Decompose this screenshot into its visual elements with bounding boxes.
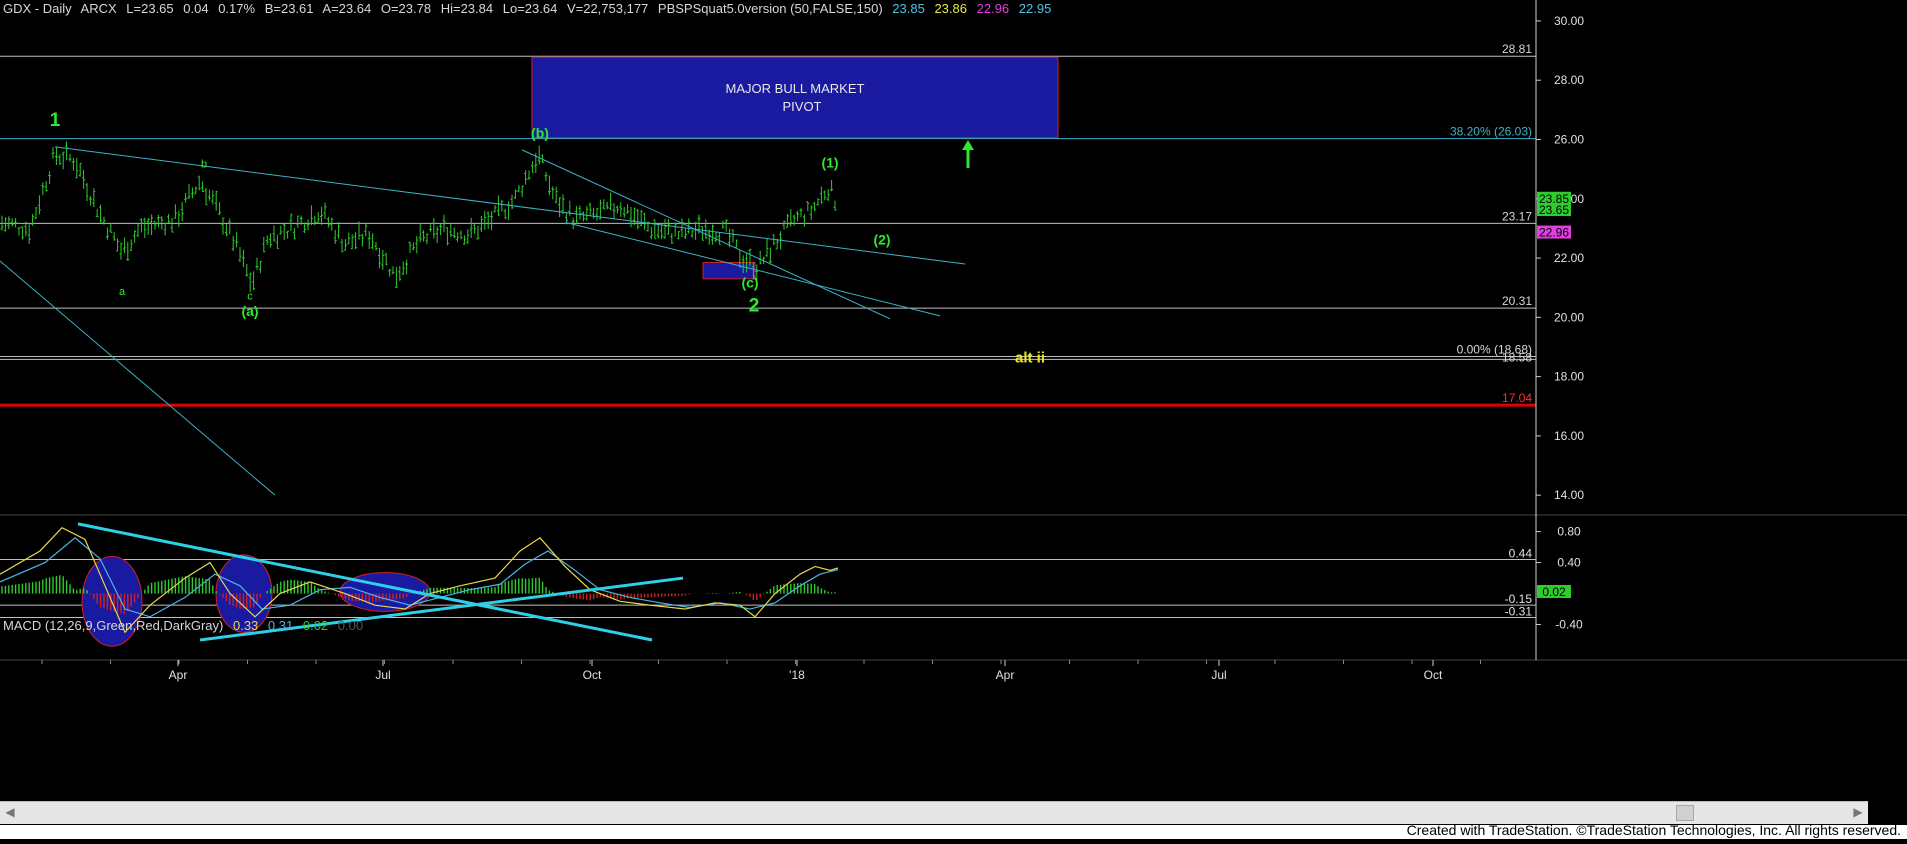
time-axis: Apr Jul Oct '18 Apr Jul Oct (41, 660, 1481, 682)
last-price: L=23.65 (126, 1, 174, 16)
macd-tick-label: 0.40 (1557, 556, 1581, 570)
trendlines (0, 146, 966, 496)
macd-value-1: 0.33 (232, 618, 259, 633)
exchange-label: ARCX (80, 1, 117, 16)
time-tick-label: Oct (583, 668, 602, 682)
indicator-value-4: 22.95 (1018, 1, 1052, 16)
level-label: 17.04 (1502, 391, 1532, 405)
change-pct: 0.17% (218, 1, 256, 16)
price-tick-label: 30.00 (1554, 14, 1584, 28)
bid-value: B=23.61 (264, 1, 314, 16)
trendline (521, 149, 891, 320)
macd-tick-label: -0.40 (1555, 618, 1583, 632)
time-tick-label: Oct (1424, 668, 1443, 682)
level-label: 20.31 (1502, 294, 1532, 308)
macd-tag-label: 0.02 (1542, 585, 1566, 599)
time-tick-label: Jul (375, 668, 390, 682)
low-value: Lo=23.64 (502, 1, 558, 16)
indicator-value-3: 22.96 (976, 1, 1010, 16)
wave-label: 1 (50, 110, 61, 131)
macd-level-label: 0.44 (1509, 546, 1533, 560)
pivot-box-group: MAJOR BULL MARKET PIVOT (531, 56, 1059, 280)
price-tick-label: 28.00 (1554, 73, 1584, 87)
open-value: O=23.78 (380, 1, 432, 16)
chart-header: GDX - Daily ARCX L=23.65 0.04 0.17% B=23… (3, 1, 1057, 16)
time-tick-label: Apr (996, 668, 1015, 682)
chart-area[interactable]: 28.81 38.20% (26.03) 23.17 20.31 0.00% (18.6… (0, 0, 1907, 839)
macd-tick-label: 0.80 (1557, 525, 1581, 539)
wave-label: (1) (821, 155, 838, 171)
trendline (0, 260, 276, 496)
pivot-label-line-2: PIVOT (782, 99, 821, 114)
price-tick-label: 20.00 (1554, 310, 1584, 324)
time-tick-label: '18 (789, 668, 805, 682)
volume-value: V=22,753,177 (566, 1, 649, 16)
footer-credit: Created with TradeStation. ©TradeStation… (1406, 822, 1901, 838)
wave-label: b (201, 159, 207, 171)
time-tick-label: Jul (1211, 668, 1226, 682)
level-label: 18.58 (1502, 350, 1532, 364)
macd-label: MACD (12,26,9,Green,Red,DarkGray) (3, 618, 224, 633)
pivot-box (531, 56, 1059, 139)
symbol-label: GDX - Daily (3, 1, 72, 16)
wave-label: a (119, 286, 126, 298)
wave-label: (2) (873, 232, 890, 248)
wave-label: (b) (531, 125, 549, 141)
price-tick-label: 22.00 (1554, 251, 1584, 265)
indicator-value-2: 23.86 (934, 1, 967, 16)
wave-label: c (247, 291, 253, 303)
scroll-thumb[interactable] (1676, 805, 1694, 821)
macd-header: MACD (12,26,9,Green,Red,DarkGray) 0.33 0… (3, 618, 369, 633)
grid (0, 514, 1907, 661)
level-label: 38.20% (26.03) (1450, 125, 1532, 139)
price-tick-label: 26.00 (1554, 132, 1584, 146)
indicator-name: PBSPSquat5.0version (50,FALSE,150) (657, 1, 883, 16)
time-scrollbar[interactable]: ◀ ▶ (0, 801, 1868, 824)
macd-level-label: -0.31 (1505, 605, 1533, 619)
scroll-left-icon[interactable]: ◀ (3, 805, 17, 819)
level-label: 23.17 (1502, 209, 1532, 223)
wave-label: (a) (241, 303, 258, 319)
alt-wave-label: alt ii (1015, 349, 1045, 366)
price-tag-label: 23.65 (1539, 203, 1569, 217)
level-label: 28.81 (1502, 42, 1532, 56)
high-value: Hi=23.84 (440, 1, 494, 16)
ask-value: A=23.64 (322, 1, 372, 16)
macd-value-3: 0.02 (302, 618, 329, 633)
macd-value-2: 0.31 (267, 618, 294, 633)
price-chart-svg[interactable]: 28.8138.20% (26.03)23.1720.310.00% (18.6… (0, 0, 1907, 839)
wave-label: (c) (741, 275, 758, 291)
wave-labels: 1 b a c(a) (b) (c) 2 (1) (2) alt ii (50, 110, 1045, 366)
price-tick-label: 14.00 (1554, 488, 1584, 502)
price-tag-label: 22.96 (1539, 226, 1569, 240)
macd-value-4: 0.00 (337, 618, 364, 633)
wave-label: 2 (749, 295, 760, 316)
time-tick-label: Apr (169, 668, 188, 682)
up-arrow-head-icon (962, 140, 974, 150)
pivot-label-line-1: MAJOR BULL MARKET (726, 81, 865, 96)
price-tick-label: 18.00 (1554, 370, 1584, 384)
scroll-right-icon[interactable]: ▶ (1851, 805, 1865, 819)
change-value: 0.04 (183, 1, 209, 16)
indicator-value-1: 23.85 (892, 1, 925, 16)
price-tick-label: 16.00 (1554, 429, 1584, 443)
